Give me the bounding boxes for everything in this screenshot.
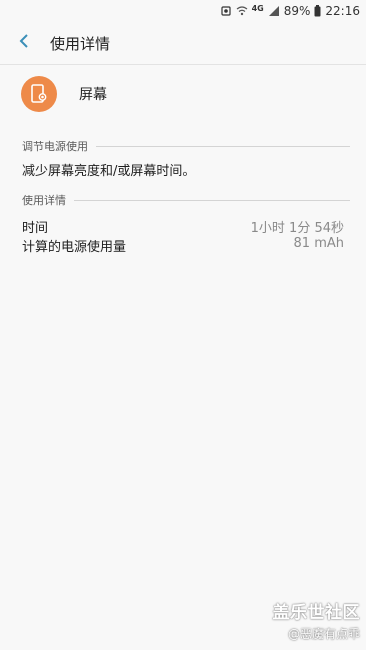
notification-icon bbox=[220, 5, 232, 17]
app-bar: 使用详情 bbox=[0, 22, 366, 65]
wifi-icon bbox=[236, 5, 248, 17]
network-type: 4G bbox=[251, 3, 264, 13]
watermark: 盖乐世社区 @恶魔有点乖 bbox=[273, 598, 361, 642]
detail-row-time: 时间 1小时 1分 54秒 bbox=[22, 217, 344, 236]
detail-label: 计算的电源使用量 bbox=[22, 240, 127, 255]
back-button[interactable] bbox=[0, 22, 48, 64]
section-label: 调节电源使用 bbox=[22, 140, 88, 153]
usage-details-section-header: 使用详情 bbox=[22, 192, 350, 208]
clock: 22:16 bbox=[325, 4, 360, 18]
phone-brightness-icon bbox=[21, 76, 57, 112]
item-name: 屏幕 bbox=[79, 87, 107, 103]
adjust-power-section-header: 调节电源使用 bbox=[22, 138, 350, 154]
status-bar: 4G 89% 22:16 bbox=[0, 0, 366, 22]
detail-label: 时间 bbox=[22, 221, 49, 236]
detail-value: 81 mAh bbox=[293, 236, 344, 251]
watermark-user: @恶魔有点乖 bbox=[287, 627, 360, 641]
detail-row-power-usage: 计算的电源使用量 81 mAh bbox=[22, 236, 344, 255]
battery-percent: 89% bbox=[283, 4, 311, 18]
page-title: 使用详情 bbox=[50, 34, 111, 53]
section-label: 使用详情 bbox=[22, 194, 66, 207]
battery-icon bbox=[314, 5, 321, 17]
adjust-power-tip: 减少屏幕亮度和/或屏幕时间。 bbox=[22, 164, 196, 179]
signal-icon bbox=[268, 5, 280, 17]
chevron-left-icon bbox=[18, 33, 30, 53]
section-divider bbox=[96, 145, 350, 147]
watermark-brand: 盖乐世社区 bbox=[272, 603, 360, 623]
detail-value: 1小时 1分 54秒 bbox=[250, 221, 344, 236]
item-header: 屏幕 bbox=[21, 74, 350, 114]
section-divider bbox=[74, 199, 350, 201]
